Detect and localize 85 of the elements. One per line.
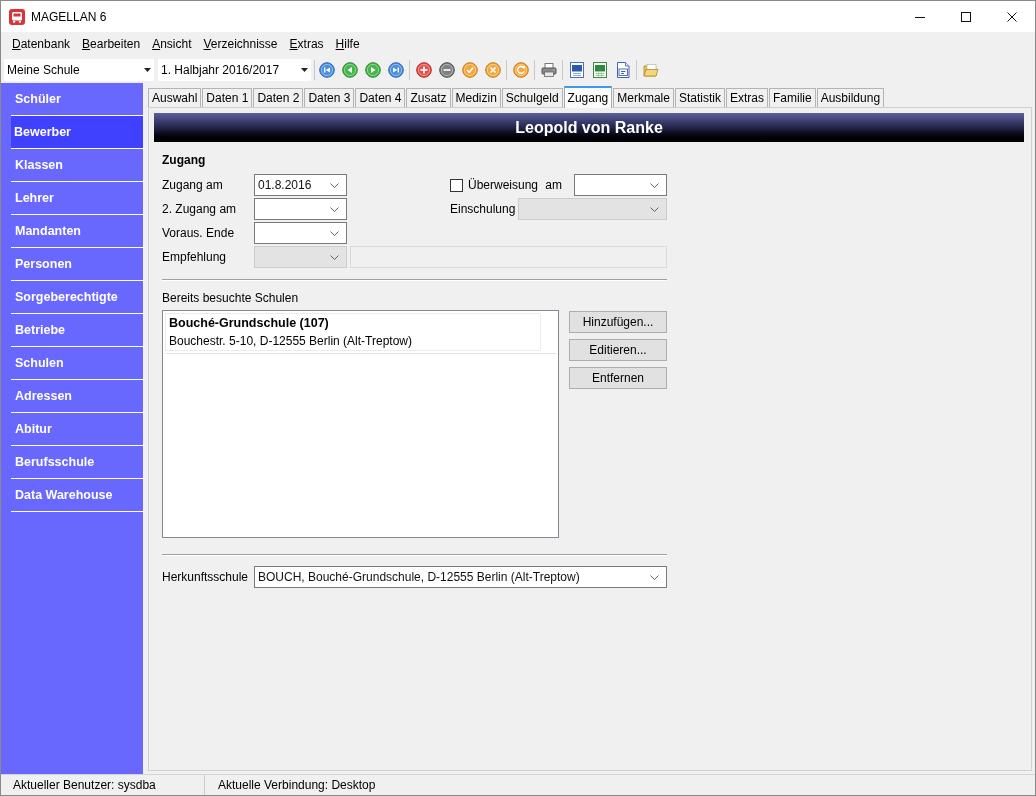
- section-label: Bereits besuchte Schulen: [162, 291, 299, 305]
- chevron-down-icon: [650, 206, 659, 212]
- field-label: Empfehlung: [162, 249, 227, 266]
- tab[interactable]: Daten 4: [355, 88, 406, 107]
- field-label: Einschulung: [450, 201, 516, 218]
- menu-item[interactable]: Hilfe: [329, 34, 366, 54]
- add-icon[interactable]: [415, 61, 432, 78]
- dropdown-arrow-icon: [144, 67, 151, 72]
- checkbox-label: Überweisung am: [468, 177, 563, 194]
- skip-end-icon[interactable]: [387, 61, 404, 78]
- tab[interactable]: Extras: [726, 88, 768, 107]
- field-label: Zugang am: [162, 177, 223, 194]
- dropdown-field[interactable]: 01.8.2016: [254, 174, 347, 196]
- printer-icon[interactable]: [540, 61, 557, 78]
- chevron-down-icon: [330, 230, 339, 236]
- school-list-item[interactable]: Bouché-Grundschule (107) Bouchestr. 5-10, D-12555 Berlin (Alt-Treptow): [165, 313, 541, 351]
- previous-icon[interactable]: [341, 61, 358, 78]
- checkbox[interactable]: [450, 178, 463, 192]
- menu-item[interactable]: Verzeichnisse: [197, 34, 284, 54]
- chevron-down-icon: [330, 182, 339, 188]
- action-button[interactable]: Hinzufügen...: [569, 311, 667, 333]
- chevron-down-icon: [330, 254, 339, 260]
- close-icon[interactable]: [1007, 11, 1017, 22]
- record-title: Leopold von Ranke: [154, 113, 1024, 142]
- menu-item[interactable]: Ansicht: [146, 34, 198, 54]
- field-label: Herkunftsschule: [162, 569, 249, 586]
- tab[interactable]: Schulgeld: [501, 88, 563, 107]
- remove-icon[interactable]: [438, 61, 455, 78]
- tab[interactable]: Zusatz: [406, 88, 451, 107]
- tab[interactable]: Statistik: [674, 88, 725, 107]
- menu-item[interactable]: Datenbank: [6, 34, 77, 54]
- tab[interactable]: Daten 1: [202, 88, 253, 107]
- sidebar-item[interactable]: Adressen: [11, 380, 143, 413]
- chevron-down-icon: [330, 206, 339, 212]
- tab[interactable]: Medizin: [451, 88, 501, 107]
- cancel-icon[interactable]: [484, 61, 501, 78]
- tab[interactable]: Familie: [769, 88, 816, 107]
- tab[interactable]: Zugang: [563, 86, 613, 108]
- folder-icon[interactable]: [642, 61, 659, 78]
- dropdown-field[interactable]: [574, 174, 667, 196]
- sidebar-item[interactable]: Personen: [11, 248, 143, 281]
- field-label: 2. Zugang am: [162, 201, 237, 218]
- menu-item[interactable]: Bearbeiten: [76, 34, 147, 54]
- skip-start-icon[interactable]: [318, 61, 335, 78]
- action-button[interactable]: Entfernen: [569, 367, 667, 389]
- next-icon[interactable]: [364, 61, 381, 78]
- check-icon[interactable]: [461, 61, 478, 78]
- menu-item[interactable]: Extras: [283, 34, 330, 54]
- tab[interactable]: Ausbildung: [816, 88, 885, 107]
- school-address: Bouchestr. 5-10, D-12555 Berlin (Alt-Treptow): [169, 333, 412, 350]
- toolbar-combo[interactable]: 1. Halbjahr 2016/2017: [158, 58, 311, 81]
- sidebar-item[interactable]: Sorgeberechtigte: [11, 281, 143, 314]
- field-label: Voraus. Ende: [162, 225, 235, 242]
- sidebar-item[interactable]: Lehrer: [11, 182, 143, 215]
- dropdown-field[interactable]: BOUCH, Bouché-Grundschule, D-12555 Berlin (Alt-Treptow): [254, 566, 667, 588]
- dropdown-arrow-icon: [301, 67, 308, 72]
- school-name: Bouché-Grundschule (107): [169, 315, 329, 332]
- section-heading: Zugang: [162, 153, 206, 167]
- document-icon[interactable]: [614, 61, 631, 78]
- sidebar-item[interactable]: Data Warehouse: [11, 479, 143, 512]
- sidebar-item[interactable]: Mandanten: [11, 215, 143, 248]
- sidebar-item[interactable]: Klassen: [11, 149, 143, 182]
- app-logo-icon: [9, 8, 25, 25]
- text-document-icon[interactable]: [568, 61, 585, 78]
- action-button[interactable]: Editieren...: [569, 339, 667, 361]
- sidebar-item[interactable]: Abitur: [11, 413, 143, 446]
- maximize-icon[interactable]: [961, 11, 971, 22]
- dropdown-field[interactable]: [254, 198, 347, 220]
- spreadsheet-icon[interactable]: [591, 61, 608, 78]
- tab[interactable]: Daten 3: [304, 88, 355, 107]
- status-text: Aktuelle Verbindung: Desktop: [218, 777, 376, 794]
- tab[interactable]: Auswahl: [148, 88, 202, 107]
- chevron-down-icon: [650, 182, 659, 188]
- sidebar-item[interactable]: Schulen: [11, 347, 143, 380]
- tab[interactable]: Daten 2: [253, 88, 304, 107]
- refresh-icon[interactable]: [512, 61, 529, 78]
- sidebar-item[interactable]: Betriebe: [11, 314, 143, 347]
- dropdown-field[interactable]: [254, 222, 347, 244]
- tab[interactable]: Merkmale: [613, 88, 674, 107]
- sidebar-item[interactable]: Berufsschule: [11, 446, 143, 479]
- status-text: Aktueller Benutzer: sysdba: [13, 777, 156, 794]
- window-title: MAGELLAN 6: [31, 8, 107, 26]
- sidebar-item[interactable]: Bewerber: [11, 116, 143, 149]
- toolbar-combo[interactable]: Meine Schule: [4, 58, 154, 81]
- chevron-down-icon: [650, 574, 659, 580]
